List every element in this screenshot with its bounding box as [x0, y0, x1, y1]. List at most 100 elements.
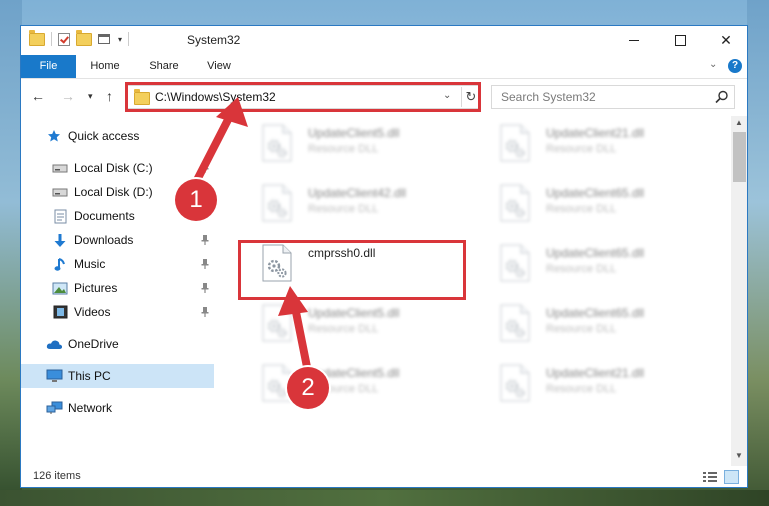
file-name: UpdateClient65.dll	[546, 246, 645, 260]
file-item[interactable]: UpdateClient42.dll Resource DLL	[241, 176, 469, 230]
step-2-callout: 2	[287, 367, 329, 409]
status-bar: 126 items	[21, 467, 747, 487]
nav-item-quick-access[interactable]: Quick access	[21, 124, 214, 148]
tab-file[interactable]: File	[21, 55, 76, 78]
nav-item-label: OneDrive	[68, 337, 119, 351]
file-type: Resource DLL	[308, 203, 379, 215]
nav-item-label: Pictures	[74, 281, 118, 295]
properties-check-icon[interactable]	[58, 32, 70, 46]
dll-file-icon	[500, 244, 530, 282]
up-arrow-icon[interactable]: ↑	[106, 88, 113, 104]
file-name: UpdateClient42.dll	[308, 186, 407, 200]
search-box[interactable]	[491, 85, 735, 109]
nav-item-pictures[interactable]: Pictures	[21, 276, 214, 300]
nav-item-label: Videos	[74, 305, 111, 319]
help-icon[interactable]: ?	[728, 59, 742, 73]
details-view-icon[interactable]	[703, 471, 717, 483]
nav-item-onedrive[interactable]: OneDrive	[21, 332, 214, 356]
music-icon	[51, 256, 69, 272]
file-type: Resource DLL	[308, 143, 379, 155]
nav-item-downloads[interactable]: Downloads	[21, 228, 214, 252]
file-name: UpdateClient21.dll	[546, 366, 645, 380]
customize-toolbar-icon[interactable]	[98, 33, 112, 45]
maximize-button[interactable]	[657, 26, 703, 55]
item-count: 126 items	[33, 470, 81, 482]
file-item[interactable]: UpdateClient5.dll Resource DLL	[241, 116, 469, 170]
file-item[interactable]: UpdateClient65.dll Resource DLL	[479, 296, 707, 350]
window-title: System32	[187, 33, 241, 47]
desktop-background-left	[0, 0, 22, 506]
address-bar-highlight	[125, 82, 481, 112]
nav-item-videos[interactable]: Videos	[21, 300, 214, 324]
recent-locations-icon[interactable]: ▾	[88, 91, 93, 102]
file-type: Resource DLL	[546, 323, 617, 335]
nav-item-local-disk-c[interactable]: Local Disk (C:)	[21, 156, 214, 180]
pictures-icon	[51, 280, 69, 296]
scroll-up-icon[interactable]: ▲	[735, 118, 743, 127]
file-type: Resource DLL	[546, 263, 617, 275]
pin-icon[interactable]	[201, 162, 209, 173]
file-name: UpdateClient65.dll	[546, 186, 645, 200]
file-type: Resource DLL	[546, 203, 617, 215]
tab-home[interactable]: Home	[83, 55, 127, 78]
title-bar: ▾ System32 ✕	[21, 26, 747, 55]
tiles-view-icon[interactable]	[724, 470, 739, 484]
maximize-icon	[674, 35, 686, 46]
dll-file-icon	[500, 364, 530, 402]
file-name: UpdateClient5.dll	[308, 306, 400, 320]
pin-icon[interactable]	[201, 234, 209, 245]
tab-share[interactable]: Share	[139, 55, 189, 78]
toolbar-divider	[128, 32, 130, 46]
download-icon	[51, 232, 69, 248]
minimize-button[interactable]	[611, 26, 657, 55]
dll-file-icon	[262, 184, 292, 222]
expand-ribbon-icon[interactable]: ⌄	[709, 59, 717, 70]
dll-file-icon	[500, 304, 530, 342]
file-item[interactable]: UpdateClient65.dll Resource DLL	[479, 176, 707, 230]
file-item[interactable]: UpdateClient21.dll Resource DLL	[479, 356, 707, 410]
quick-access-toolbar: ▾	[29, 29, 130, 46]
nav-item-label: Network	[68, 401, 113, 415]
nav-item-label: This PC	[68, 369, 111, 383]
tab-view[interactable]: View	[197, 55, 241, 78]
pin-icon[interactable]	[201, 282, 209, 293]
cloud-icon	[45, 336, 63, 352]
vertical-scrollbar[interactable]: ▲ ▼	[731, 116, 747, 466]
nav-item-music[interactable]: Music	[21, 252, 214, 276]
nav-item-label: Local Disk (D:)	[74, 185, 153, 199]
nav-item-label: Music	[74, 257, 106, 271]
file-name: UpdateClient21.dll	[546, 126, 645, 140]
close-button[interactable]: ✕	[703, 26, 747, 55]
chevron-down-icon[interactable]: ▾	[118, 35, 122, 44]
file-item[interactable]: UpdateClient5.dll Resource DLL	[241, 356, 469, 410]
file-item[interactable]: UpdateClient21.dll Resource DLL	[479, 116, 707, 170]
scroll-down-icon[interactable]: ▼	[735, 451, 743, 460]
scroll-thumb[interactable]	[733, 132, 746, 182]
pin-icon[interactable]	[201, 306, 209, 317]
drive-icon	[51, 184, 69, 200]
forward-arrow-icon[interactable]: →	[61, 88, 75, 104]
file-type: Resource DLL	[308, 323, 379, 335]
computer-icon	[45, 368, 63, 384]
nav-item-this-pc[interactable]: This PC	[21, 364, 214, 388]
dll-file-icon	[500, 124, 530, 162]
pin-icon[interactable]	[201, 258, 209, 269]
toolbar-divider	[51, 32, 52, 46]
ribbon-tabs: File Home Share View ⌄ ?	[21, 55, 747, 79]
desktop-background-bottom	[0, 490, 769, 506]
file-item[interactable]: UpdateClient5.dll Resource DLL	[241, 296, 469, 350]
search-icon[interactable]	[714, 89, 730, 105]
new-folder-icon[interactable]	[76, 29, 92, 46]
file-type: Resource DLL	[546, 383, 617, 395]
nav-item-network[interactable]: Network	[21, 396, 214, 420]
back-arrow-icon[interactable]: ←	[31, 88, 45, 104]
dll-file-icon	[262, 304, 292, 342]
file-item[interactable]: UpdateClient65.dll Resource DLL	[479, 236, 707, 290]
documents-icon	[51, 208, 69, 224]
close-icon: ✕	[720, 32, 732, 48]
nav-item-label: Local Disk (C:)	[74, 161, 153, 175]
nav-item-label: Quick access	[68, 129, 140, 143]
folder-icon	[29, 29, 45, 46]
desktop-background-right	[747, 0, 769, 506]
search-input[interactable]	[492, 86, 720, 108]
